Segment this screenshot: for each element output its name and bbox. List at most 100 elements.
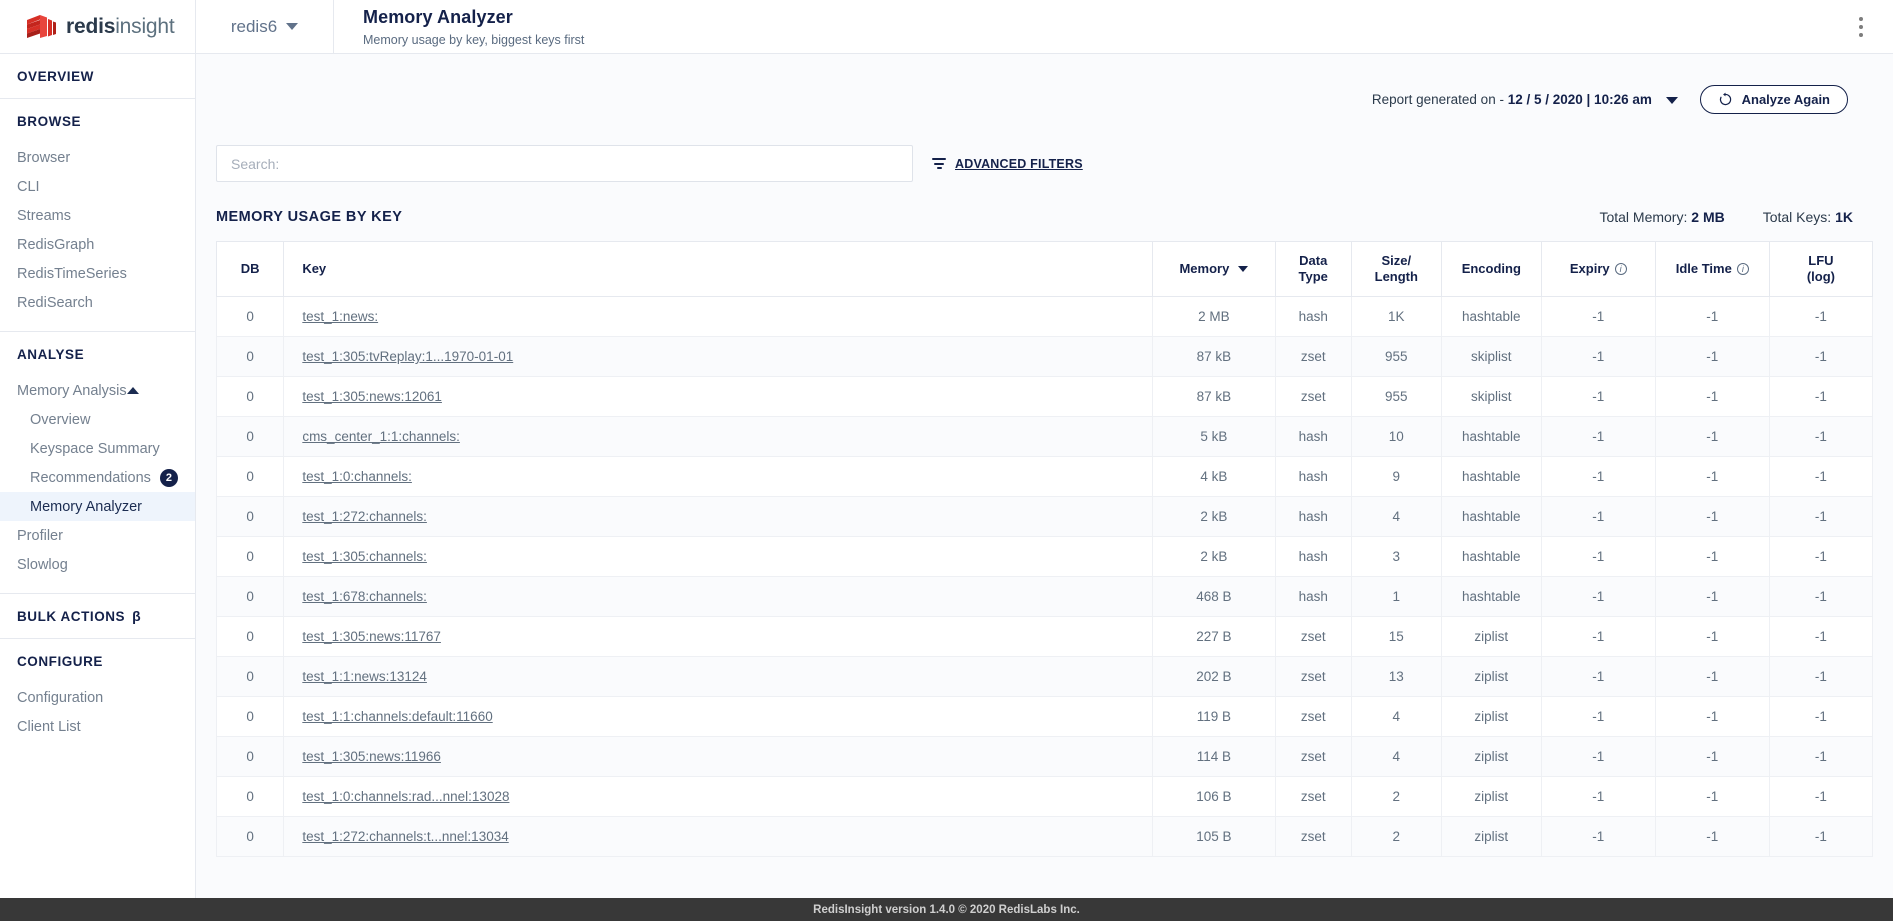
key-link[interactable]: test_1:272:channels:t...nnel:13034: [302, 829, 508, 844]
sidebar-item-recommendations[interactable]: Recommendations 2: [0, 463, 195, 492]
info-icon[interactable]: i: [1736, 263, 1749, 276]
sidebar-section-browse: BROWSE: [17, 113, 82, 129]
sidebar-section-overview[interactable]: OVERVIEW: [0, 54, 195, 98]
sidebar-item-label: Recommendations: [30, 469, 151, 486]
cell-lfu: -1: [1768, 656, 1874, 697]
key-link[interactable]: cms_center_1:1:channels:: [302, 429, 460, 444]
sidebar-item-keyspace-summary[interactable]: Keyspace Summary: [0, 434, 195, 463]
cell-memory: 202 B: [1152, 656, 1276, 697]
cell-size-length: 3: [1350, 536, 1442, 577]
sidebar-section-label: BULK ACTIONS: [17, 608, 126, 624]
column-header-size-length[interactable]: Size/Length: [1350, 241, 1442, 297]
cell-memory: 105 B: [1152, 816, 1276, 857]
column-header-key[interactable]: Key: [283, 241, 1154, 297]
column-header-data-type[interactable]: Data Type: [1274, 241, 1352, 297]
cell-encoding: ziplist: [1440, 616, 1542, 657]
column-header-db[interactable]: DB: [215, 241, 285, 297]
page-subtitle: Memory usage by key, biggest keys first: [363, 32, 585, 47]
database-selector[interactable]: redis6: [196, 0, 334, 54]
sidebar-item-memory-analyzer[interactable]: Memory Analyzer: [0, 492, 195, 521]
key-link[interactable]: test_1:305:news:11767: [302, 629, 441, 644]
sort-desc-icon[interactable]: [1238, 266, 1249, 273]
key-link[interactable]: test_1:1:news:13124: [302, 669, 427, 684]
cell-size-length: 1: [1350, 576, 1442, 617]
refresh-icon: [1719, 92, 1731, 106]
key-link[interactable]: test_1:305:news:11966: [302, 749, 441, 764]
sidebar-section-analyse: ANALYSE: [17, 346, 85, 362]
table-row: 0 test_1:1:news:13124 202 Bzset 13 ziplist -1…: [215, 656, 1874, 697]
cell-lfu: -1: [1768, 296, 1874, 337]
sidebar-item-cli[interactable]: CLI: [0, 172, 195, 201]
sidebar-item-profiler[interactable]: Profiler: [0, 521, 195, 550]
column-header-memory-label: Memory: [1179, 260, 1230, 276]
sidebar-item-redisgraph[interactable]: RedisGraph: [0, 230, 195, 259]
cell-expiry: -1: [1540, 736, 1656, 777]
column-header-lfu[interactable]: LFU (log): [1768, 241, 1874, 297]
key-link[interactable]: test_1:1:channels:default:11660: [302, 709, 492, 724]
cell-key: test_1:272:channels:t...nnel:13034: [283, 816, 1154, 857]
cell-encoding: hashtable: [1440, 576, 1542, 617]
key-link[interactable]: test_1:305:news:12061: [302, 389, 442, 404]
key-link[interactable]: test_1:272:channels:: [302, 509, 427, 524]
cell-lfu: -1: [1768, 616, 1874, 657]
cell-idle-time: -1: [1654, 336, 1770, 377]
top-bar: redisinsight redis6 Memory Analyzer Memo…: [0, 0, 1893, 54]
cell-size-length: 13: [1350, 656, 1442, 697]
sidebar-item-label: Memory Analysis: [17, 382, 127, 399]
cell-key: test_1:305:news:11966: [283, 736, 1154, 777]
cell-size-length: 2: [1350, 776, 1442, 817]
cell-encoding: hashtable: [1440, 296, 1542, 337]
table-row: 0 test_1:305:tvReplay:1...1970-01-01 87 kB…: [215, 336, 1874, 377]
sidebar-item-streams[interactable]: Streams: [0, 201, 195, 230]
chevron-up-icon[interactable]: [127, 387, 139, 394]
column-header-encoding[interactable]: Encoding: [1440, 241, 1542, 297]
cell-db: 0: [215, 456, 285, 497]
sidebar-item-browser[interactable]: Browser: [0, 143, 195, 172]
key-link[interactable]: test_1:0:channels:rad...nnel:13028: [302, 789, 509, 804]
sidebar-item-overview[interactable]: Overview: [0, 405, 195, 434]
cell-memory: 468 B: [1152, 576, 1276, 617]
advanced-filters-button[interactable]: ADVANCED FILTERS: [932, 157, 1083, 171]
cell-data-type: hash: [1274, 496, 1352, 537]
cell-size-length: 955: [1350, 336, 1442, 377]
sidebar-item-slowlog[interactable]: Slowlog: [0, 550, 195, 579]
cell-memory: 2 MB: [1152, 296, 1276, 337]
key-link[interactable]: test_1:news:: [302, 309, 378, 324]
column-header-expiry[interactable]: Expiry i: [1540, 241, 1656, 297]
key-link[interactable]: test_1:305:tvReplay:1...1970-01-01: [302, 349, 513, 364]
cell-lfu: -1: [1768, 376, 1874, 417]
sidebar-item-redisearch[interactable]: RediSearch: [0, 288, 195, 317]
sidebar-section-bulk-actions[interactable]: BULK ACTIONS β: [0, 594, 195, 638]
main-content: Report generated on - 12 / 5 / 2020 | 10…: [196, 54, 1893, 921]
app-logo[interactable]: redisinsight: [0, 0, 196, 54]
cell-expiry: -1: [1540, 496, 1656, 537]
cell-memory: 87 kB: [1152, 376, 1276, 417]
database-name: redis6: [230, 16, 278, 36]
page-title: Memory Analyzer: [363, 6, 513, 27]
cell-encoding: hashtable: [1440, 456, 1542, 497]
info-icon[interactable]: i: [1614, 263, 1627, 276]
key-link[interactable]: test_1:678:channels:: [302, 589, 427, 604]
search-input[interactable]: [216, 145, 913, 182]
cell-encoding: ziplist: [1440, 816, 1542, 857]
analyze-again-button[interactable]: Analyze Again: [1699, 85, 1848, 114]
chevron-down-icon[interactable]: [1665, 96, 1678, 104]
column-header-memory[interactable]: Memory: [1152, 241, 1276, 297]
cell-idle-time: -1: [1654, 776, 1770, 817]
key-link[interactable]: test_1:0:channels:: [302, 469, 412, 484]
sidebar-item-memory-analysis[interactable]: Memory Analysis: [0, 376, 195, 405]
sidebar-item-redistimeseries[interactable]: RedisTimeSeries: [0, 259, 195, 288]
recommendations-badge: 2: [159, 468, 178, 487]
table-row: 0 cms_center_1:1:channels: 5 kB hash 10 hasht…: [215, 416, 1874, 457]
total-keys: Total Keys: 1K: [1763, 209, 1853, 225]
footer-text: RedisInsight version 1.4.0 © 2020 RedisL…: [813, 903, 1080, 916]
column-header-idle-time[interactable]: Idle Time i: [1654, 241, 1770, 297]
cell-encoding: hashtable: [1440, 536, 1542, 577]
cell-data-type: zset: [1274, 616, 1352, 657]
kebab-menu-icon[interactable]: [1850, 14, 1872, 40]
sidebar-item-client-list[interactable]: Client List: [0, 712, 195, 741]
key-link[interactable]: test_1:305:channels:: [302, 549, 427, 564]
sidebar-item-configuration[interactable]: Configuration: [0, 683, 195, 712]
cell-encoding: ziplist: [1440, 696, 1542, 737]
cell-memory: 119 B: [1152, 696, 1276, 737]
